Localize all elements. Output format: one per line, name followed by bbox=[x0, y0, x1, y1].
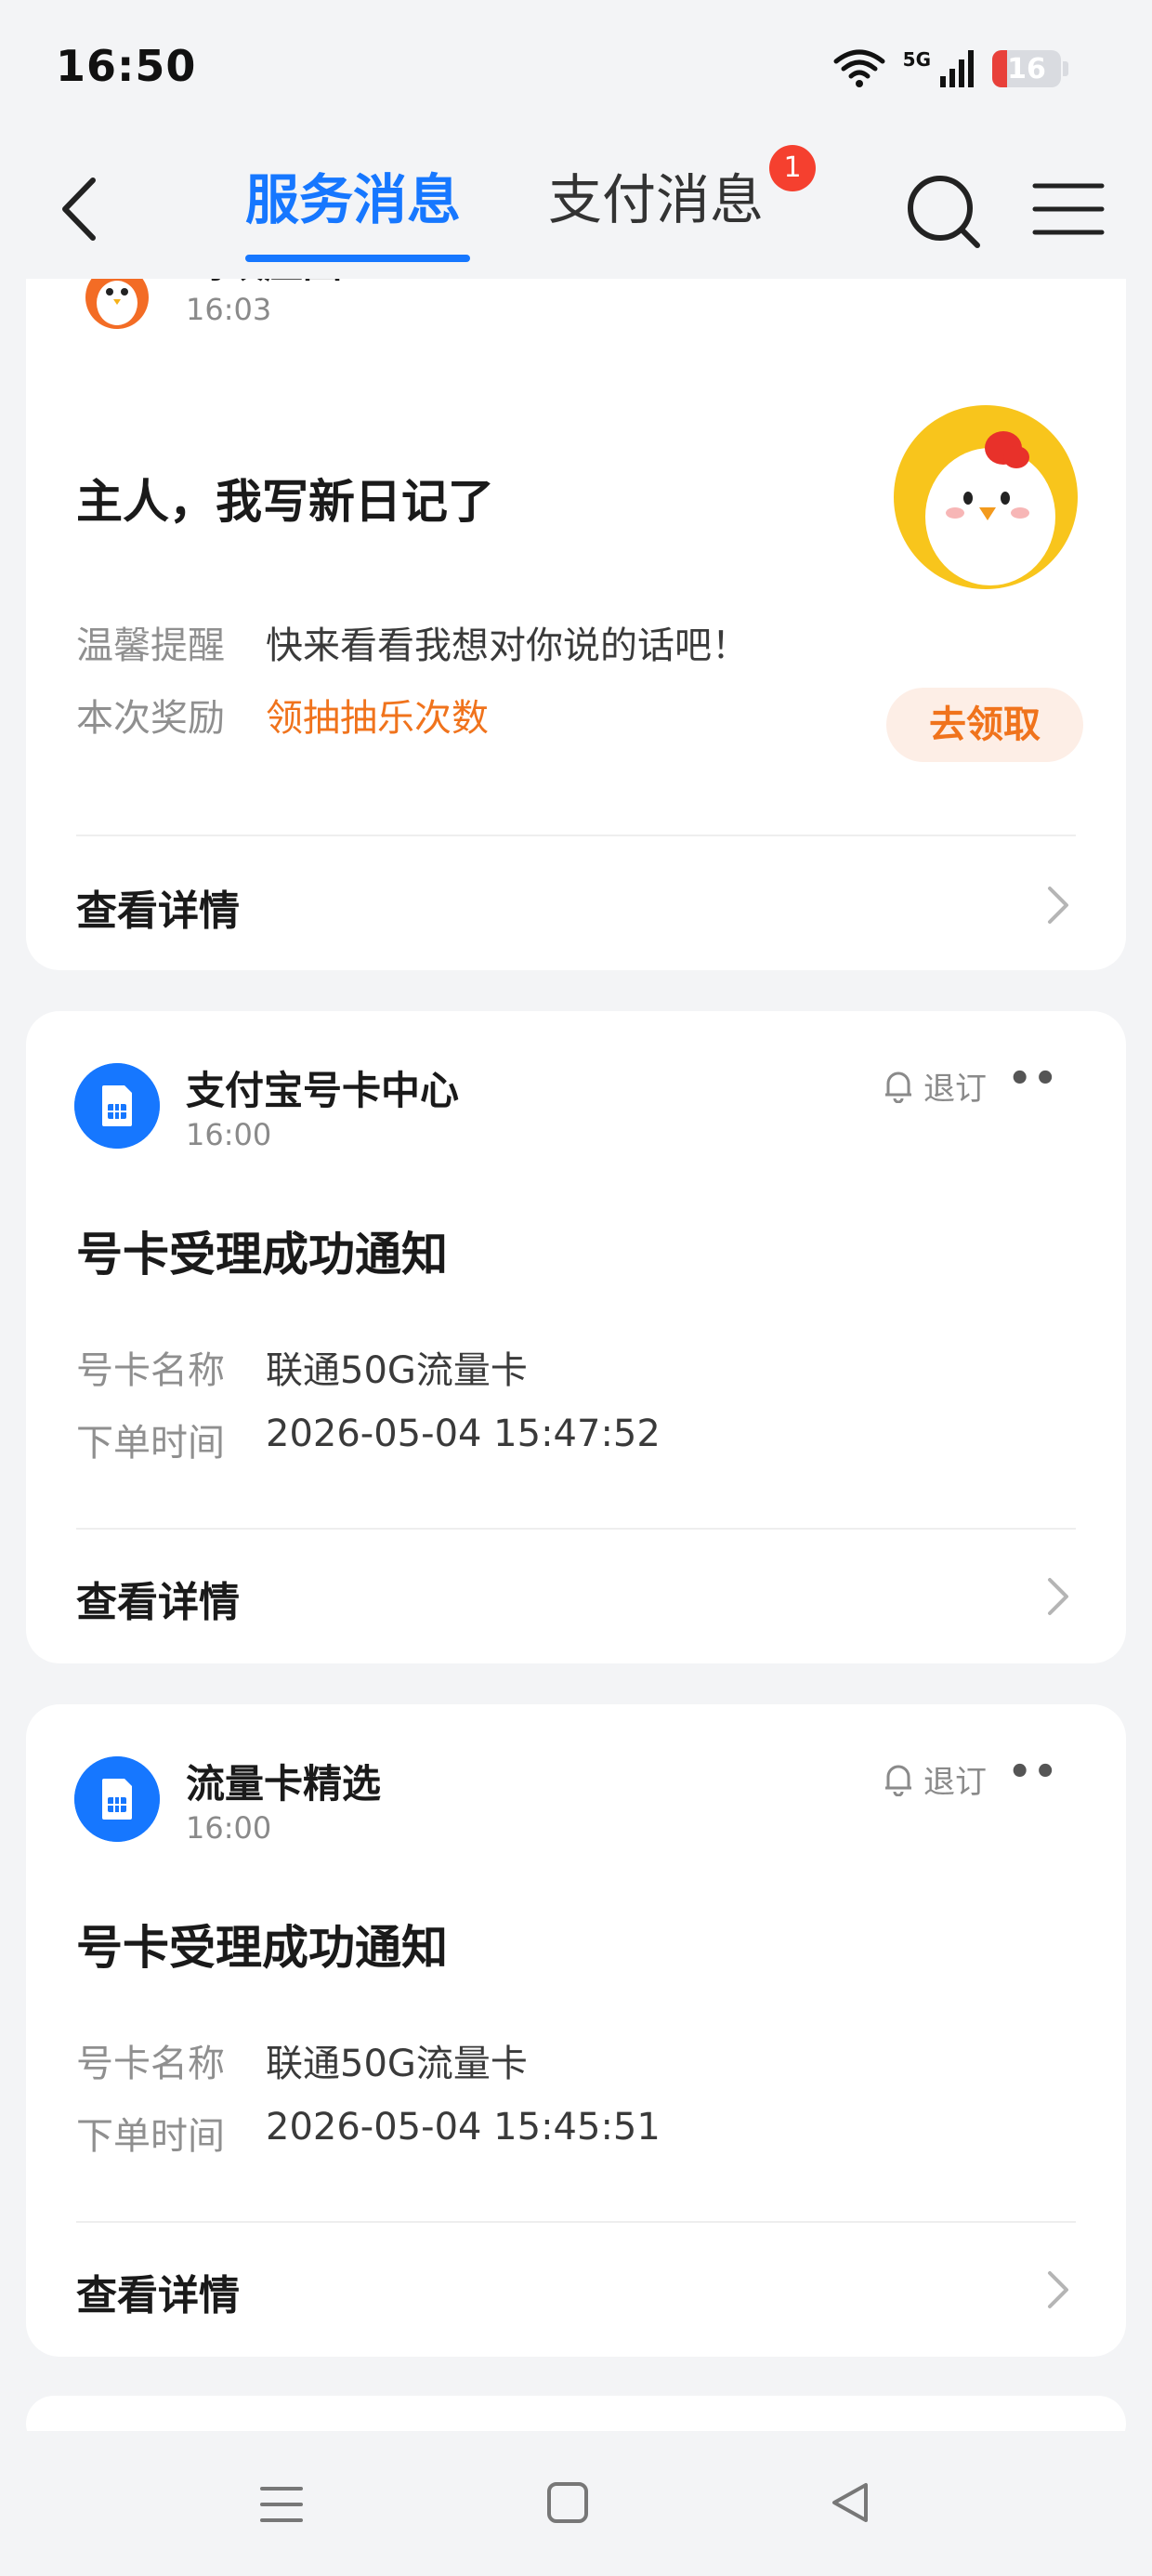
home-icon[interactable] bbox=[546, 2481, 589, 2524]
message-time: 16:03 bbox=[186, 292, 272, 327]
bell-icon bbox=[885, 1071, 911, 1103]
back-nav-icon[interactable] bbox=[831, 2481, 870, 2524]
message-title: 号卡受理成功通知 bbox=[76, 1921, 448, 1975]
info-key: 号卡名称 bbox=[76, 2043, 225, 2085]
recent-apps-icon[interactable] bbox=[260, 2485, 303, 2524]
unsubscribe-button[interactable]: 退订 bbox=[883, 279, 987, 283]
top-nav: 服务消息 支付消息 1 bbox=[0, 130, 1152, 288]
message-title: 号卡受理成功通知 bbox=[76, 1228, 448, 1281]
message-time: 16:00 bbox=[186, 1117, 272, 1152]
chevron-right-icon[interactable] bbox=[1044, 1574, 1072, 1619]
chicken-mascot-icon bbox=[894, 405, 1078, 589]
wifi-icon bbox=[833, 49, 885, 87]
chevron-right-icon[interactable] bbox=[1044, 2267, 1072, 2312]
info-value: 联通50G流量卡 bbox=[266, 1349, 528, 1392]
menu-icon[interactable] bbox=[1031, 177, 1106, 242]
sim-card-avatar-icon bbox=[74, 1756, 160, 1842]
info-value: 2026-05-04 15:45:51 bbox=[266, 2106, 661, 2149]
claim-button[interactable]: 去领取 bbox=[886, 688, 1083, 762]
view-details-link[interactable]: 查看详情 bbox=[76, 2262, 240, 2321]
more-options-icon[interactable]: •• bbox=[1008, 1058, 1059, 1100]
divider bbox=[76, 835, 1076, 836]
info-value: 快来看看我想对你说的话吧！ bbox=[266, 624, 749, 667]
network-type-label: 5G bbox=[902, 48, 931, 71]
back-icon[interactable] bbox=[48, 167, 113, 251]
chick-avatar-icon bbox=[85, 279, 149, 329]
info-key: 本次奖励 bbox=[76, 697, 225, 740]
view-details-link[interactable]: 查看详情 bbox=[76, 877, 240, 937]
reward-value: 领抽抽乐次数 bbox=[266, 697, 489, 740]
sender-name: 流量卡精选 bbox=[186, 1761, 382, 1807]
message-card: 支付宝号卡中心 16:00 退订 •• 号卡受理成功通知 号卡名称 联通50G流… bbox=[26, 1011, 1126, 1663]
info-value: 联通50G流量卡 bbox=[266, 2043, 528, 2085]
sim-card-avatar-icon bbox=[74, 1063, 160, 1149]
unsubscribe-button[interactable]: 退订 bbox=[883, 1756, 987, 1802]
info-key: 下单时间 bbox=[76, 2115, 225, 2158]
unsubscribe-label: 退订 bbox=[923, 279, 987, 283]
battery-level: 16 bbox=[1007, 52, 1046, 85]
unread-badge: 1 bbox=[769, 145, 816, 191]
active-tab-indicator bbox=[245, 255, 470, 262]
message-time: 16:00 bbox=[186, 1810, 272, 1846]
status-icons: 5G 16 bbox=[832, 41, 1068, 97]
chevron-right-icon[interactable] bbox=[1044, 883, 1072, 927]
system-navigation-bar bbox=[0, 2431, 1152, 2576]
signal-icon bbox=[940, 50, 974, 87]
message-title: 主人，我写新日记了 bbox=[76, 475, 494, 529]
info-key: 号卡名称 bbox=[76, 1349, 225, 1392]
status-bar: 16:50 5G 16 bbox=[0, 0, 1152, 130]
info-row: 号卡名称 联通50G流量卡 bbox=[76, 2033, 528, 2087]
divider bbox=[76, 2221, 1076, 2223]
info-row: 号卡名称 联通50G流量卡 bbox=[76, 1340, 528, 1394]
info-value: 2026-05-04 15:47:52 bbox=[266, 1413, 661, 1455]
info-key: 温馨提醒 bbox=[76, 624, 225, 667]
bell-icon bbox=[885, 1765, 911, 1796]
view-details-link[interactable]: 查看详情 bbox=[76, 1569, 240, 1628]
tab-service-messages[interactable]: 服务消息 bbox=[245, 158, 461, 242]
message-card: 蚂蚁庄园 16:03 退订 •• 主人，我写新日记了 温馨提醒 快来看看我想对你… bbox=[26, 279, 1126, 970]
tab-payment-messages[interactable]: 支付消息 bbox=[548, 158, 764, 242]
search-icon[interactable] bbox=[901, 164, 985, 256]
unsubscribe-label: 退订 bbox=[923, 1071, 987, 1108]
info-row: 本次奖励 领抽抽乐次数 bbox=[76, 688, 489, 742]
info-row: 温馨提醒 快来看看我想对你说的话吧！ bbox=[76, 615, 749, 669]
screen: 16:50 5G 16 服务消息 支付消息 1 16:03 主人，我写新日记了 … bbox=[0, 0, 1152, 2576]
sender-name: 蚂蚁庄园 bbox=[186, 279, 342, 289]
info-row: 下单时间 2026-05-04 15:45:51 bbox=[76, 2106, 661, 2160]
battery-icon: 16 bbox=[992, 50, 1061, 87]
more-options-icon[interactable]: •• bbox=[1008, 1751, 1059, 1794]
info-key: 下单时间 bbox=[76, 1422, 225, 1465]
unsubscribe-button[interactable]: 退订 bbox=[883, 1063, 987, 1109]
message-card: 流量卡精选 16:00 退订 •• 号卡受理成功通知 号卡名称 联通50G流量卡… bbox=[26, 1704, 1126, 2357]
info-row: 下单时间 2026-05-04 15:47:52 bbox=[76, 1413, 661, 1466]
divider bbox=[76, 1528, 1076, 1530]
status-time: 16:50 bbox=[56, 41, 197, 91]
card-header: 蚂蚁庄园 16:03 退订 •• bbox=[26, 279, 1126, 390]
sender-name: 支付宝号卡中心 bbox=[186, 1068, 460, 1113]
unsubscribe-label: 退订 bbox=[923, 1764, 987, 1801]
